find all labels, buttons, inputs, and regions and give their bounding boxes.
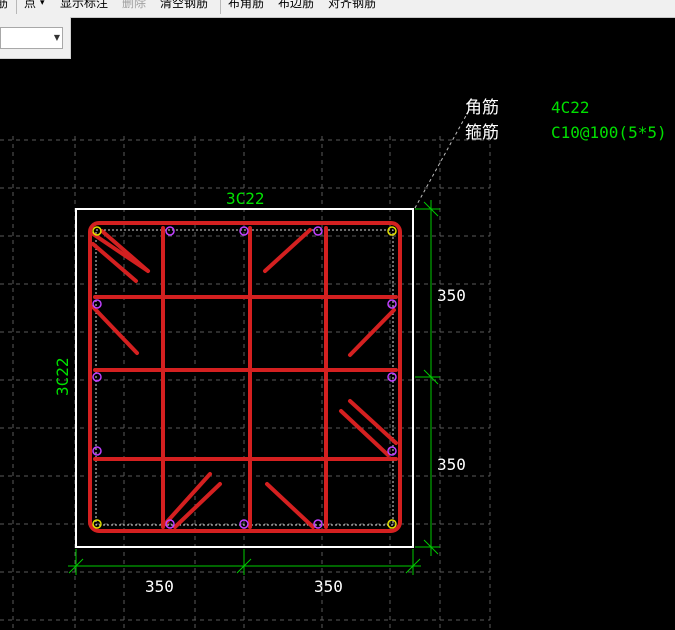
- corner-bar[interactable]: [387, 226, 397, 236]
- stirrup-group[interactable]: [88, 221, 402, 533]
- toolbar-show-annotation-button[interactable]: 显示标注: [60, 0, 108, 11]
- stirrup-hook: [339, 409, 390, 457]
- toolbar: 筋 点 ▾ 显示标注 删除 清空钢筋 布角筋 布边筋 对齐钢筋: [0, 0, 675, 18]
- chevron-down-icon[interactable]: ▾: [40, 0, 45, 11]
- side-bar[interactable]: [313, 226, 323, 236]
- dimension-bottom: [68, 549, 421, 575]
- side-bar[interactable]: [387, 299, 397, 309]
- dropdown-arrow-icon[interactable]: ▼: [54, 31, 60, 45]
- toolbar-delete-button[interactable]: 删除: [122, 0, 146, 11]
- stirrup-hook: [348, 399, 398, 445]
- side-bar[interactable]: [92, 446, 102, 456]
- toolbar-item-point[interactable]: 点: [24, 0, 36, 11]
- leader-line: [414, 111, 469, 209]
- toolbar-clear-rebar-button[interactable]: 清空钢筋: [160, 0, 208, 11]
- dimension-right-lower: 350: [437, 455, 466, 474]
- toolbar-separator: [220, 0, 221, 14]
- toolbar-separator: [16, 0, 17, 14]
- outer-stirrup[interactable]: [88, 221, 402, 533]
- stirrup-hook: [100, 229, 150, 273]
- cad-canvas[interactable]: 3C22 3C22 350 350 350 350 角筋 4C22 箍筋 C10…: [0, 0, 675, 630]
- options-panel: ▼: [0, 17, 71, 59]
- side-bar[interactable]: [165, 226, 175, 236]
- background-grid: [0, 136, 491, 630]
- corner-bar-label: 角筋: [465, 98, 499, 118]
- toolbar-align-rebar-button[interactable]: 对齐钢筋: [328, 0, 376, 11]
- corner-bar[interactable]: [92, 226, 102, 236]
- dimension-right-upper: 350: [437, 286, 466, 305]
- side-bar[interactable]: [92, 299, 102, 309]
- stirrup-hook: [263, 228, 312, 273]
- side-bar[interactable]: [387, 446, 397, 456]
- dimension-right: [415, 200, 440, 556]
- top-edge-label[interactable]: 3C22: [226, 189, 265, 208]
- stirrup-value[interactable]: C10@100(5*5): [551, 123, 667, 142]
- toolbar-place-corner-bar-button[interactable]: 布角筋: [228, 0, 264, 11]
- layer-select[interactable]: ▼: [0, 27, 63, 49]
- toolbar-item-rebar[interactable]: 筋: [0, 0, 8, 11]
- dimension-bottom-left: 350: [145, 577, 174, 596]
- toolbar-place-side-bar-button[interactable]: 布边筋: [278, 0, 314, 11]
- stirrup-hook: [265, 482, 315, 529]
- corner-bar-value[interactable]: 4C22: [551, 98, 590, 117]
- dimension-bottom-right: 350: [314, 577, 343, 596]
- left-edge-label[interactable]: 3C22: [53, 357, 72, 396]
- stirrup-hook: [91, 305, 139, 355]
- stirrup-label: 箍筋: [465, 123, 499, 143]
